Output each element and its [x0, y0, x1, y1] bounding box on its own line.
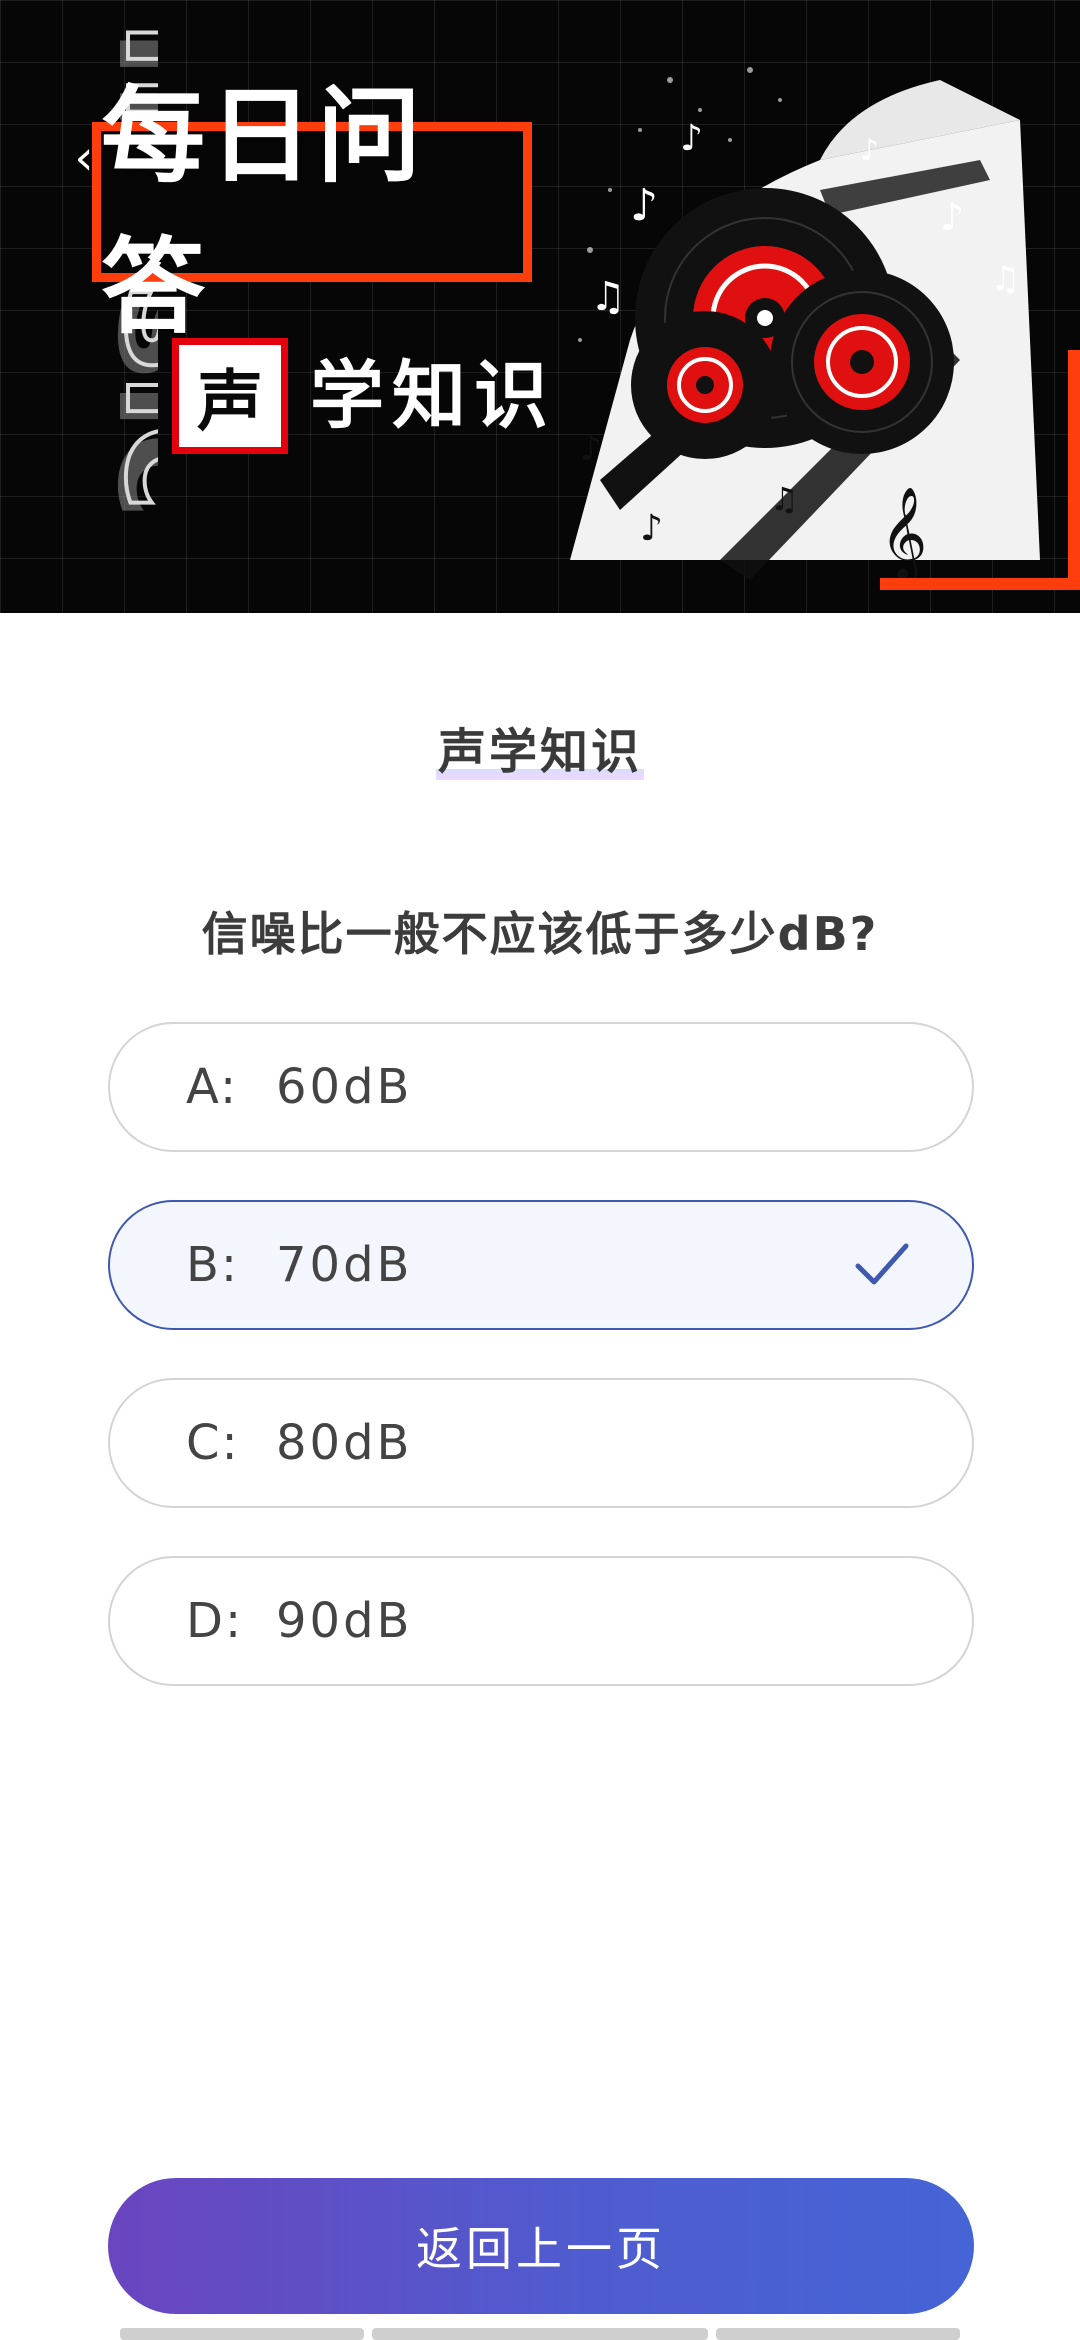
- section-title-text: 声学知识: [435, 724, 644, 780]
- chevron-left-icon: ‹: [74, 130, 94, 186]
- banner-title-box: 每日问答: [92, 75, 532, 348]
- svg-text:♪: ♪: [640, 508, 663, 549]
- option-value: 80dB: [276, 1415, 413, 1471]
- banner-subtitle-rest: 学知识: [310, 353, 556, 439]
- svg-text:♫: ♫: [990, 259, 1020, 299]
- header-banner: music music: [0, 0, 1080, 613]
- banner-subtitle-char: 声: [197, 363, 263, 440]
- option-letter: B:: [186, 1237, 240, 1293]
- option-letter: C:: [186, 1415, 240, 1471]
- bottom-bar-segment: [716, 2328, 960, 2340]
- option-value: 70dB: [276, 1237, 413, 1293]
- option-b[interactable]: B: 70dB: [108, 1200, 974, 1330]
- svg-text:♫: ♫: [770, 480, 799, 518]
- option-letter: D:: [186, 1593, 244, 1649]
- checkmark-icon: [855, 1243, 909, 1285]
- bottom-bar-segment: [372, 2328, 708, 2340]
- svg-text:♪: ♪: [680, 118, 703, 159]
- option-d[interactable]: D: 90dB: [108, 1556, 974, 1686]
- corner-bracket-decoration: [880, 350, 1080, 590]
- option-value: 90dB: [276, 1593, 413, 1649]
- svg-text:♪: ♪: [630, 180, 658, 231]
- back-to-previous-page-button[interactable]: 返回上一页: [108, 2178, 974, 2314]
- option-c[interactable]: C: 80dB: [108, 1378, 974, 1508]
- option-letter: A:: [186, 1059, 239, 1115]
- svg-text:♪: ♪: [580, 429, 602, 469]
- svg-text:♪: ♪: [940, 195, 964, 239]
- svg-text:♪: ♪: [860, 133, 879, 168]
- question-text: 信噪比一般不应该低于多少dB?: [201, 907, 879, 961]
- option-a[interactable]: A: 60dB: [108, 1022, 974, 1152]
- banner-subtitle-box: 声: [172, 338, 288, 454]
- svg-text:♫: ♫: [590, 274, 626, 320]
- option-value: 60dB: [276, 1059, 413, 1115]
- banner-title: 每日问答: [101, 75, 426, 348]
- bottom-bar-segment: [120, 2328, 364, 2340]
- section-title: 声学知识: [0, 712, 1080, 782]
